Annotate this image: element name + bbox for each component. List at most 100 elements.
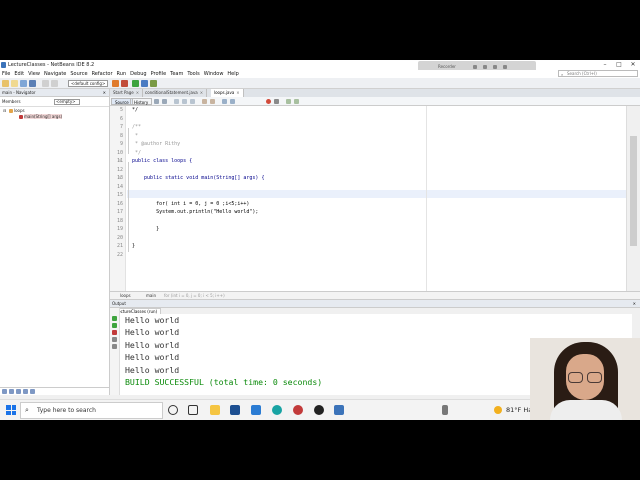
- windows-start-icon[interactable]: [6, 405, 16, 415]
- netbeans-taskbar-icon[interactable]: [334, 405, 344, 415]
- save-all-icon[interactable]: [29, 80, 36, 87]
- menu-debug[interactable]: Debug: [130, 70, 146, 78]
- close-button[interactable]: ✕: [626, 60, 640, 70]
- close-icon[interactable]: ×: [200, 90, 203, 95]
- ide-search-input[interactable]: ⌕ Search (Ctrl+I): [558, 70, 638, 77]
- navigator-filter-select[interactable]: <empty>: [54, 99, 80, 105]
- menu-file[interactable]: File: [2, 70, 10, 78]
- close-icon[interactable]: ✕: [103, 89, 106, 97]
- line-number: 7: [119, 124, 123, 130]
- weather-widget[interactable]: 81°F Ha: [494, 404, 532, 416]
- line-number-gutter: 5 6 7 8 9 10 11 12 13 14 15 16 17 18 19 …: [110, 106, 126, 291]
- debug-icon[interactable]: [141, 80, 148, 87]
- menu-view[interactable]: View: [28, 70, 40, 78]
- record-macro-icon[interactable]: [266, 99, 271, 104]
- shift-left-icon[interactable]: [222, 99, 227, 104]
- filter-nonpublic-icon[interactable]: [16, 389, 21, 394]
- comment-icon[interactable]: [286, 99, 291, 104]
- previous-bookmark-icon[interactable]: [210, 99, 215, 104]
- menu-run[interactable]: Run: [117, 70, 127, 78]
- build-icon[interactable]: [112, 80, 119, 87]
- menu-edit[interactable]: Edit: [14, 70, 24, 78]
- mail-icon[interactable]: [251, 405, 261, 415]
- chrome-icon[interactable]: [293, 405, 303, 415]
- recorder-stop-icon[interactable]: [483, 65, 487, 69]
- obs-icon[interactable]: [314, 405, 324, 415]
- recorder-cam-icon[interactable]: [503, 65, 507, 69]
- config-select[interactable]: <default config>: [68, 80, 108, 87]
- forward-icon[interactable]: [162, 99, 167, 104]
- new-project-icon[interactable]: [2, 80, 9, 87]
- cortana-icon[interactable]: [168, 405, 178, 415]
- tree-node-method[interactable]: main(String[] args): [3, 114, 109, 120]
- toggle-bookmark-icon[interactable]: [202, 99, 207, 104]
- editor-scrollbar-thumb[interactable]: [630, 136, 637, 246]
- navigator-title: main - Navigator: [2, 90, 36, 95]
- profile-icon[interactable]: [150, 80, 157, 87]
- menu-refactor[interactable]: Refactor: [92, 70, 113, 78]
- close-icon[interactable]: ×: [136, 90, 139, 95]
- close-icon[interactable]: ✕: [633, 300, 636, 308]
- menu-team[interactable]: Team: [170, 70, 183, 78]
- clean-build-icon[interactable]: [121, 80, 128, 87]
- filter-fields-icon[interactable]: [2, 389, 7, 394]
- fold-collapse-icon[interactable]: ⊟: [118, 175, 121, 180]
- open-project-icon[interactable]: [20, 80, 27, 87]
- filter-inherited-icon[interactable]: [23, 389, 28, 394]
- editor-scrollbar[interactable]: [626, 106, 640, 291]
- rerun-with-options-icon[interactable]: [112, 323, 117, 328]
- filter-static-icon[interactable]: [9, 389, 14, 394]
- tab-loops[interactable]: loops.java ×: [211, 89, 244, 97]
- clear-icon[interactable]: [112, 344, 117, 349]
- tab-conditional-statement[interactable]: conditionalStatement.java ×: [142, 89, 208, 97]
- back-icon[interactable]: [154, 99, 159, 104]
- close-icon[interactable]: ×: [236, 90, 239, 95]
- file-explorer-icon[interactable]: [210, 405, 220, 415]
- menu-navigate[interactable]: Navigate: [44, 70, 66, 78]
- code-line: */: [132, 107, 139, 113]
- tab-start-page[interactable]: Start Page ×: [110, 89, 144, 97]
- breadcrumb-method[interactable]: main: [146, 292, 156, 300]
- menu-profile[interactable]: Profile: [151, 70, 167, 78]
- fold-guide: [128, 128, 129, 154]
- fold-collapse-icon[interactable]: ⊟: [118, 158, 121, 163]
- title-bar: LectureClasses - NetBeans IDE 8.2 – □ ✕: [0, 60, 640, 70]
- run-icon[interactable]: [132, 80, 139, 87]
- new-file-icon[interactable]: [11, 80, 18, 87]
- menu-tools[interactable]: Tools: [187, 70, 199, 78]
- navigator-filter-row: Members <empty>: [0, 97, 109, 107]
- breadcrumb-statement[interactable]: for (int i = 0, j = 0; i < 5; i++): [164, 292, 225, 300]
- task-view-icon[interactable]: [188, 405, 198, 415]
- search-icon: ⌕: [561, 72, 564, 77]
- recorder-pause-icon[interactable]: [473, 65, 477, 69]
- stop-macro-icon[interactable]: [274, 99, 279, 104]
- editor-tabs: Start Page × conditionalStatement.java × l…: [110, 89, 640, 97]
- store-icon[interactable]: [230, 405, 240, 415]
- uncomment-icon[interactable]: [294, 99, 299, 104]
- shift-right-icon[interactable]: [230, 99, 235, 104]
- menu-window[interactable]: Window: [204, 70, 224, 78]
- find-previous-icon[interactable]: [182, 99, 187, 104]
- rerun-icon[interactable]: [112, 316, 117, 321]
- code-editor[interactable]: 5 6 7 8 9 10 11 12 13 14 15 16 17 18 19 …: [110, 106, 626, 291]
- netbeans-icon: [1, 62, 6, 68]
- breadcrumb-class[interactable]: loops: [120, 292, 131, 300]
- pen-icon[interactable]: [442, 405, 448, 415]
- find-next-icon[interactable]: [190, 99, 195, 104]
- stop-icon[interactable]: [112, 330, 117, 335]
- minimize-button[interactable]: –: [598, 60, 612, 70]
- presenter-shirt: [550, 400, 622, 420]
- history-tab[interactable]: History: [130, 98, 153, 105]
- undo-icon[interactable]: [42, 80, 49, 87]
- menu-help[interactable]: Help: [227, 70, 238, 78]
- search-icon: ⌕: [25, 406, 29, 414]
- redo-icon[interactable]: [51, 80, 58, 87]
- sort-icon[interactable]: [30, 389, 35, 394]
- settings-icon[interactable]: [112, 337, 117, 342]
- taskbar-search-input[interactable]: ⌕ Type here to search: [20, 402, 163, 419]
- maximize-button[interactable]: □: [612, 60, 626, 70]
- recorder-mic-icon[interactable]: [493, 65, 497, 69]
- menu-source[interactable]: Source: [70, 70, 87, 78]
- edge-icon[interactable]: [272, 405, 282, 415]
- find-icon[interactable]: [174, 99, 179, 104]
